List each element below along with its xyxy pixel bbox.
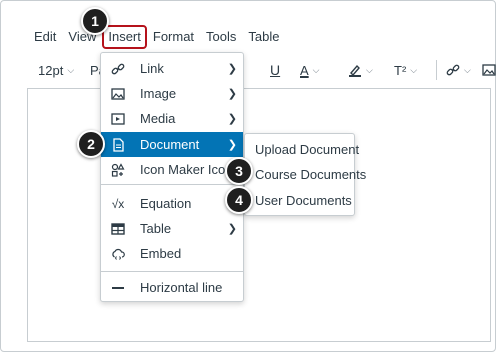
step-callout-4: 4 <box>225 186 253 214</box>
insert-menu-item-image[interactable]: Image ❯ <box>101 81 243 106</box>
highlight-icon <box>349 64 361 77</box>
step-callout-1: 1 <box>81 7 109 35</box>
font-size-select[interactable]: 12pt ⌵ <box>38 58 74 82</box>
insert-menu-item-equation[interactable]: √x Equation <box>101 191 243 216</box>
underline-icon: U <box>270 62 281 78</box>
menu-item-label: Document <box>140 137 200 152</box>
insert-menu-item-link[interactable]: Link ❯ <box>101 56 243 81</box>
menu-edit[interactable]: Edit <box>28 26 62 48</box>
menu-item-label: Table <box>140 221 172 236</box>
menu-item-label: Image <box>140 86 177 101</box>
insert-menu-item-horizontal-line[interactable]: Horizontal line <box>101 275 243 300</box>
document-icon <box>110 137 126 153</box>
menu-divider <box>101 271 243 272</box>
chevron-right-icon: ❯ <box>227 139 237 151</box>
image-icon <box>482 64 496 76</box>
insert-menu-item-embed[interactable]: Embed <box>101 241 243 266</box>
superscript-icon: T² <box>394 62 407 78</box>
submenu-item-upload-document[interactable]: Upload Document <box>255 137 359 162</box>
menu-item-label: Media <box>140 111 176 126</box>
shapes-icon <box>110 162 126 178</box>
insert-menu-item-document[interactable]: Document ❯ <box>101 132 243 157</box>
menu-table[interactable]: Table <box>242 26 285 48</box>
chevron-down-icon: ⌵ <box>67 64 75 75</box>
table-icon <box>110 221 126 237</box>
link-icon <box>446 64 460 76</box>
font-size-value: 12pt <box>38 62 64 78</box>
chevron-down-icon: ⌵ <box>410 64 418 75</box>
step-callout-2: 2 <box>77 130 105 158</box>
equation-icon: √x <box>111 196 125 211</box>
chevron-right-icon: ❯ <box>227 88 237 100</box>
menu-format[interactable]: Format <box>147 26 200 48</box>
link-button[interactable]: ⌵ <box>446 58 471 82</box>
chevron-right-icon: ❯ <box>227 223 237 235</box>
submenu-item-course-documents[interactable]: Course Documents <box>255 162 366 187</box>
menu-item-label: Equation <box>140 196 192 211</box>
chevron-down-icon: ⌵ <box>464 64 471 75</box>
insert-menu-item-media[interactable]: Media ❯ <box>101 106 243 131</box>
chevron-right-icon: ❯ <box>227 63 237 75</box>
chevron-down-icon: ⌵ <box>312 64 320 75</box>
menu-tools[interactable]: Tools <box>200 26 242 48</box>
menu-item-label: Link <box>140 61 164 76</box>
text-color-icon: A <box>300 62 309 78</box>
link-icon <box>110 61 126 77</box>
media-icon <box>110 111 126 127</box>
menu-divider <box>101 184 243 185</box>
insert-menu-item-table[interactable]: Table ❯ <box>101 216 243 241</box>
embed-icon <box>110 246 126 262</box>
toolbar-divider <box>436 60 437 80</box>
document-submenu: Upload Document Course Documents User Do… <box>244 133 366 216</box>
text-color-button[interactable]: A ⌵ <box>300 58 320 82</box>
image-icon <box>110 86 126 102</box>
insert-menu-item-icon-maker[interactable]: Icon Maker Icons <box>101 157 243 182</box>
menu-item-label: Embed <box>140 246 182 261</box>
image-button[interactable]: ⌵ <box>482 58 496 82</box>
menu-item-label: Horizontal line <box>140 280 223 295</box>
underline-button[interactable]: U <box>270 58 280 82</box>
menu-bar: Edit View Insert Format Tools Table <box>28 25 285 49</box>
horizontal-line-icon <box>110 280 126 296</box>
step-callout-3: 3 <box>225 157 253 185</box>
chevron-right-icon: ❯ <box>227 113 237 125</box>
editor-toolbar: 12pt ⌵ Pa U A ⌵ ⌵ T² ⌵ ⌵ ⌵ <box>28 58 496 82</box>
chevron-down-icon: ⌵ <box>366 64 373 75</box>
submenu-item-user-documents[interactable]: User Documents <box>255 188 355 213</box>
highlight-color-button[interactable]: ⌵ <box>348 58 373 82</box>
menu-insert[interactable]: Insert <box>102 25 147 49</box>
superscript-button[interactable]: T² ⌵ <box>394 58 417 82</box>
insert-menu: Link ❯ Image ❯ Media ❯ Document ❯ Icon M… <box>100 52 244 302</box>
